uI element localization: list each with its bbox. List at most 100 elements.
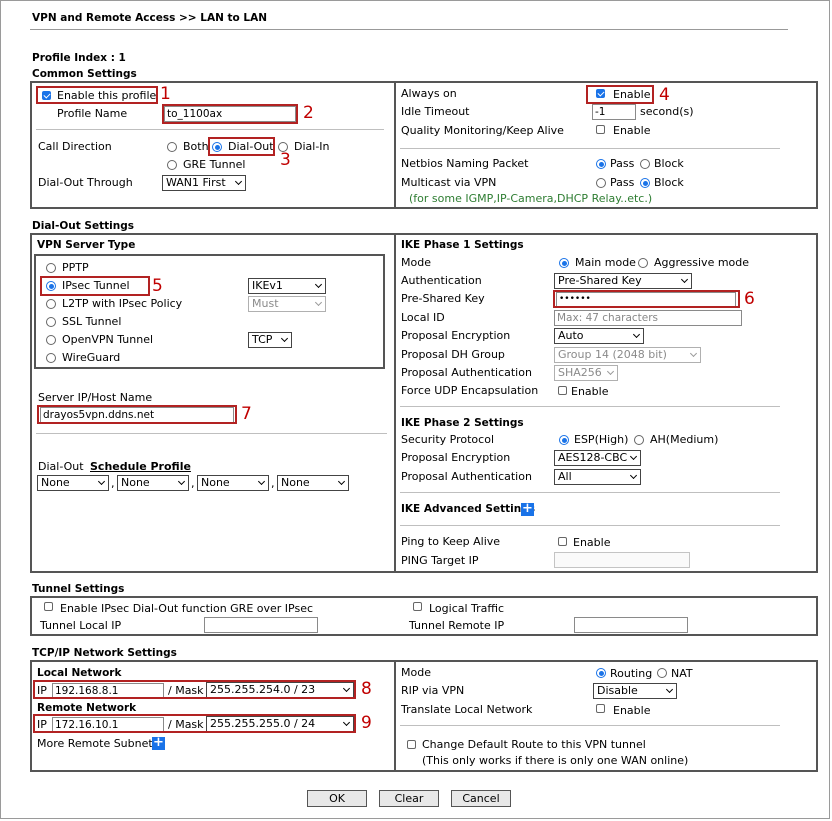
idle-timeout-input[interactable]: -1 bbox=[592, 104, 636, 120]
call-gre-radio[interactable] bbox=[167, 160, 177, 170]
sec-esp-label: ESP(High) bbox=[574, 433, 629, 446]
p2-enc-select[interactable]: AES128-CBC bbox=[554, 450, 641, 466]
remote-network-title: Remote Network bbox=[37, 702, 137, 714]
type-wireguard-radio[interactable] bbox=[46, 353, 56, 363]
call-dialin-label: Dial-In bbox=[294, 140, 330, 153]
schedule-select-4[interactable]: None bbox=[277, 475, 349, 491]
type-ssl-radio[interactable] bbox=[46, 317, 56, 327]
rip-select[interactable]: Disable bbox=[593, 683, 677, 699]
ike-aggressive-mode-label: Aggressive mode bbox=[654, 256, 750, 269]
ike-phase2-title: IKE Phase 2 Settings bbox=[401, 417, 524, 429]
p1-dh-select[interactable]: Group 14 (2048 bit) bbox=[554, 347, 701, 363]
highlight-4 bbox=[586, 85, 654, 104]
tcpip-divider bbox=[394, 660, 396, 772]
gre-over-ipsec-checkbox[interactable] bbox=[44, 602, 53, 611]
mode-nat-label: NAT bbox=[671, 667, 693, 680]
profile-index: Profile Index : 1 bbox=[32, 52, 126, 64]
multicast-note: (for some IGMP,IP-Camera,DHCP Relay..etc… bbox=[409, 192, 653, 205]
force-udp-checkbox[interactable] bbox=[558, 386, 567, 395]
sec-ah-radio[interactable] bbox=[634, 435, 644, 445]
netbios-label: Netbios Naming Packet bbox=[401, 157, 529, 170]
ping-label: Ping to Keep Alive bbox=[401, 535, 501, 548]
type-wireguard-label: WireGuard bbox=[62, 351, 121, 364]
multicast-label: Multicast via VPN bbox=[401, 176, 497, 189]
ike-aggressive-mode-radio[interactable] bbox=[638, 258, 648, 268]
annotation-7: 7 bbox=[241, 404, 252, 424]
p2-enc-label: Proposal Encryption bbox=[401, 451, 511, 464]
logical-traffic-checkbox[interactable] bbox=[413, 602, 422, 611]
more-remote-subnet-label: More Remote Subnet bbox=[37, 737, 153, 750]
p1-enc-select[interactable]: Auto bbox=[554, 328, 644, 344]
quality-checkbox[interactable] bbox=[596, 125, 605, 134]
common-left-divider bbox=[36, 129, 384, 130]
dialout-through-select[interactable]: WAN1 First bbox=[162, 175, 246, 191]
schedule-select-2[interactable]: None bbox=[117, 475, 189, 491]
netbios-block-label: Block bbox=[654, 157, 684, 170]
schedule-profile-link[interactable]: Schedule Profile bbox=[90, 460, 191, 473]
p1-auth-select[interactable]: SHA256 bbox=[554, 365, 618, 381]
netbios-pass-radio[interactable] bbox=[596, 159, 606, 169]
multicast-block-label: Block bbox=[654, 176, 684, 189]
translate-checkbox[interactable] bbox=[596, 704, 605, 713]
local-id-label: Local ID bbox=[401, 311, 445, 324]
openvpn-protocol-select[interactable]: TCP bbox=[248, 332, 292, 348]
clear-button[interactable]: Clear bbox=[379, 790, 439, 807]
type-l2tp-radio[interactable] bbox=[46, 299, 56, 309]
multicast-pass-radio[interactable] bbox=[596, 178, 606, 188]
ok-button[interactable]: OK bbox=[307, 790, 367, 807]
l2tp-policy-select[interactable]: Must bbox=[248, 296, 326, 312]
ike-main-mode-label: Main mode bbox=[575, 256, 636, 269]
tunnel-local-ip-label: Tunnel Local IP bbox=[40, 619, 122, 632]
more-remote-subnet-plus-icon[interactable]: + bbox=[152, 736, 165, 750]
type-openvpn-radio[interactable] bbox=[46, 335, 56, 345]
dialout-through-label: Dial-Out Through bbox=[38, 176, 133, 189]
annotation-5: 5 bbox=[152, 276, 163, 296]
ike1-divider bbox=[400, 406, 780, 407]
ping-checkbox[interactable] bbox=[558, 537, 567, 546]
cancel-button[interactable]: Cancel bbox=[451, 790, 511, 807]
highlight-5 bbox=[40, 276, 150, 296]
ping-target-input[interactable] bbox=[554, 552, 690, 568]
ike-main-mode-radio[interactable] bbox=[559, 258, 569, 268]
type-pptp-radio[interactable] bbox=[46, 263, 56, 273]
annotation-1: 1 bbox=[160, 84, 171, 104]
sec-ah-label: AH(Medium) bbox=[650, 433, 719, 446]
annotation-4: 4 bbox=[659, 85, 670, 105]
schedule-select-3[interactable]: None bbox=[197, 475, 269, 491]
netbios-block-radio[interactable] bbox=[640, 159, 650, 169]
always-on-label: Always on bbox=[401, 87, 457, 100]
annotation-3: 3 bbox=[280, 150, 291, 170]
idle-timeout-unit: second(s) bbox=[640, 105, 694, 118]
multicast-block-radio[interactable] bbox=[640, 178, 650, 188]
ike-advanced-plus-icon[interactable]: + bbox=[521, 502, 534, 516]
ping-enable-label: Enable bbox=[573, 536, 611, 549]
logical-traffic-label: Logical Traffic bbox=[429, 602, 505, 615]
common-settings-title: Common Settings bbox=[32, 68, 137, 80]
sec-proto-label: Security Protocol bbox=[401, 433, 494, 446]
p2-auth-select[interactable]: All bbox=[554, 469, 641, 485]
ipsec-mode-select[interactable]: IKEv1 bbox=[248, 278, 326, 294]
change-route-checkbox[interactable] bbox=[407, 740, 416, 749]
schedule-comma-2: , bbox=[191, 477, 195, 490]
call-both-radio[interactable] bbox=[167, 142, 177, 152]
gre-over-ipsec-label: Enable IPsec Dial-Out function GRE over … bbox=[60, 602, 314, 615]
annotation-2: 2 bbox=[303, 103, 314, 123]
sec-esp-radio[interactable] bbox=[559, 435, 569, 445]
local-id-input[interactable]: Max: 47 characters bbox=[554, 310, 742, 326]
psk-label: Pre-Shared Key bbox=[401, 292, 485, 305]
mode-nat-radio[interactable] bbox=[657, 668, 667, 678]
auth-select[interactable]: Pre-Shared Key bbox=[554, 273, 692, 289]
local-network-title: Local Network bbox=[37, 667, 122, 679]
tunnel-remote-ip-input[interactable] bbox=[574, 617, 688, 633]
dialout-divider bbox=[394, 233, 396, 573]
breadcrumb: VPN and Remote Access >> LAN to LAN bbox=[32, 12, 268, 24]
call-gre-label: GRE Tunnel bbox=[183, 158, 246, 171]
highlight-3 bbox=[208, 137, 275, 156]
force-udp-label: Force UDP Encapsulation bbox=[401, 384, 539, 397]
tunnel-local-ip-input[interactable] bbox=[204, 617, 318, 633]
schedule-select-1[interactable]: None bbox=[37, 475, 109, 491]
ike-phase1-title: IKE Phase 1 Settings bbox=[401, 239, 524, 251]
netbios-pass-label: Pass bbox=[610, 157, 635, 170]
mode-routing-radio[interactable] bbox=[596, 668, 606, 678]
auth-label: Authentication bbox=[401, 274, 482, 287]
